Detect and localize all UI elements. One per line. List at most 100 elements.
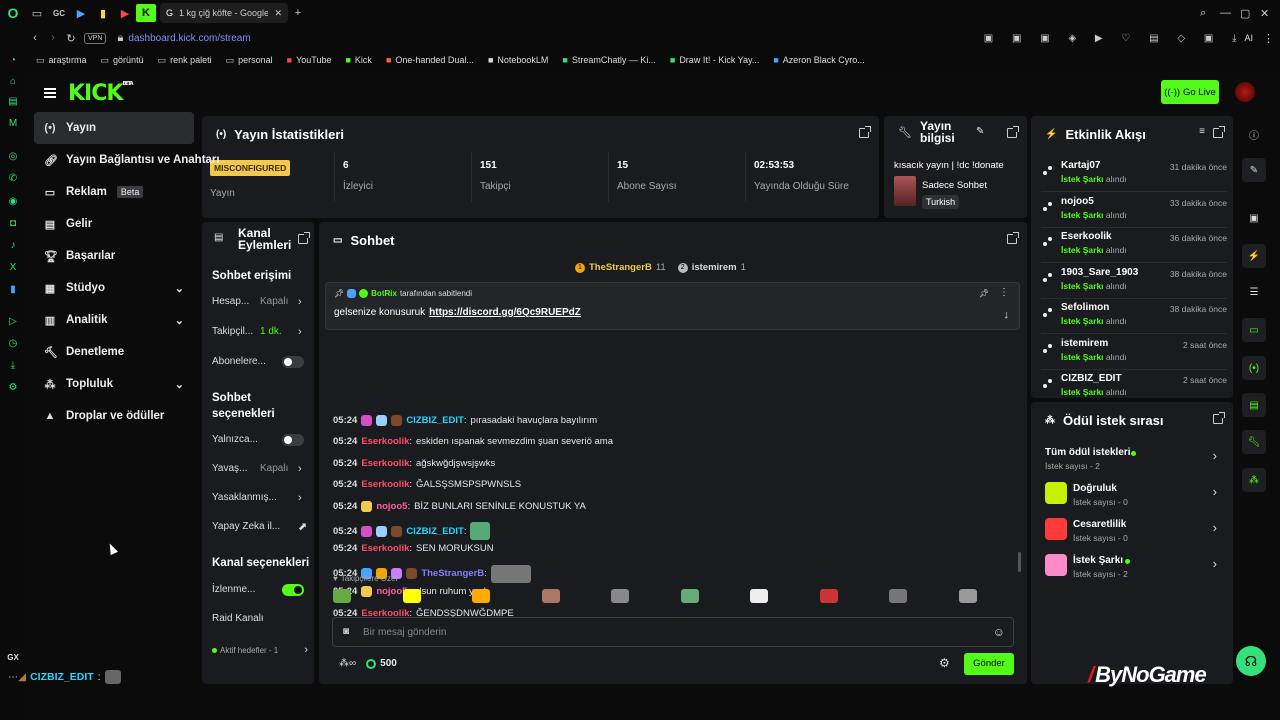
action-row[interactable]: Yasaklanmış... › [212,492,312,504]
emote-button[interactable] [680,589,699,603]
message-user[interactable]: Eserkoolik [361,458,409,469]
tab-icon-1[interactable]: ▭ [26,7,48,20]
sidebar-item-2[interactable]: 🔗︎ Yayın Bağlantısı ve Anahtarı [34,144,220,176]
reward-item[interactable]: Doğruluk İstek sayısı - 0 › [1045,480,1217,510]
popout-icon[interactable] [1007,126,1019,138]
clock-icon[interactable]: ◔ [7,55,19,67]
bag-icon[interactable]: ⌂ [7,76,19,88]
sidebar-item-9[interactable]: ⁂ Topluluk ⌄ [34,368,194,400]
bookmark-item[interactable]: ■ One-handed Dual... [386,55,474,65]
wallet-icon[interactable]: ▤ [7,96,19,108]
popout-icon[interactable] [859,126,871,138]
history-icon[interactable]: ◷ [7,338,19,350]
reload-icon[interactable]: ↻ [62,32,80,45]
bookmark-item[interactable]: ▭ renk paleti [158,55,212,66]
event-item[interactable]: 1903_Sare_1903 İstek Şarkı alındı 38 dakik… [1041,265,1227,299]
action-row[interactable]: Takipçil... 1 dk. › [212,326,312,338]
tab-icon-kick[interactable]: K [136,4,156,22]
more-icon[interactable]: ⋮ [999,287,1009,298]
arrow-down-icon[interactable]: ↓ [1004,309,1010,321]
phone-icon[interactable]: ✆ [7,173,19,185]
message-user[interactable]: nojoo5 [376,501,407,512]
popout-icon[interactable] [298,232,310,244]
bookmark-item[interactable]: ■ Draw It! - Kick Yay... [670,55,759,65]
emote-button[interactable] [958,589,977,603]
url-field[interactable]: dashboard.kick.com/stream [128,33,250,44]
player-icon[interactable]: ▷ [7,316,19,328]
new-tab-button[interactable]: + [288,7,308,19]
popout-icon[interactable] [1213,412,1225,424]
sidebar-item-7[interactable]: ▥ Analitik ⌄ [34,304,194,336]
filter-icon[interactable]: ≡ [1199,126,1205,137]
event-item[interactable]: CIZBIZ_EDIT İstek Şarkı alındı 2 saat önce [1041,371,1227,398]
reward-item[interactable]: İstek Şarkı İstek sayısı - 2 › [1045,552,1217,582]
event-item[interactable]: Kartaj07 İstek Şarkı alındı 31 dakika önce [1041,158,1227,192]
message-user[interactable]: CIZBIZ_EDIT [406,415,464,426]
bolt-tool-icon[interactable]: ⚡ [1242,244,1266,268]
bookmark-item[interactable]: ■ Kick [345,55,371,65]
lock-icon[interactable]: 🔒︎ [112,32,128,45]
sidebar-item-8[interactable]: 🔨︎ Denetleme [34,336,194,368]
broadcast-tool-icon[interactable]: (•) [1242,356,1266,380]
chat-settings-icon[interactable]: ⚙ [939,656,950,670]
bookmark-item[interactable]: ▭ personal [226,55,273,66]
close-window-icon[interactable]: ✕ [1260,7,1280,20]
message-user[interactable]: TheStrangerB [421,568,484,579]
support-icon[interactable]: ☊ [1236,646,1266,676]
actions-tool-icon[interactable]: ▤ [1242,393,1266,417]
m-icon[interactable]: M [7,118,19,130]
tab-active[interactable]: G 1 kg çiğ köfte - Google'da A ✕ [160,3,288,23]
emote-button[interactable] [333,589,351,603]
x-icon[interactable]: X [7,262,19,274]
message-user[interactable]: Eserkoolik [361,436,409,447]
emote-button[interactable] [889,589,907,603]
emoji-icon[interactable]: ☺ [993,625,1005,639]
emote-button[interactable] [402,589,421,603]
scrollbar[interactable] [1018,552,1021,572]
sidebar-item-3[interactable]: ▭ Reklam Beta [34,176,194,208]
action-row[interactable]: Yavaş... Kapalı › [212,463,312,475]
chat-input[interactable]: ◙ Bir mesaj gönderin ☺ [332,617,1014,647]
toggle-switch[interactable] [282,583,304,596]
toggle-switch[interactable] [282,433,304,446]
go-live-button[interactable]: ((·)) Go Live [1161,80,1219,104]
bookmark-item[interactable]: ■ Azeron Black Cyro... [773,55,864,65]
action-row[interactable]: İzlenme... [212,583,312,596]
chat-tool-icon[interactable]: ▭ [1242,318,1266,342]
bookmark-item[interactable]: ■ StreamChatly — Ki... [562,55,655,65]
settings-icon[interactable]: ⚙ [7,382,19,394]
rewards-tool-icon[interactable]: ⁂ [1242,468,1266,492]
opera-logo-icon[interactable]: O [0,5,26,21]
sidebar-item-4[interactable]: ▤ Gelir [34,208,194,240]
bottom-username[interactable]: CIZBIZ_EDIT [30,671,94,683]
search-icon[interactable]: ⌕ [1200,7,1220,20]
event-item[interactable]: istemirem İstek Şarkı alındı 2 saat önce [1041,336,1227,370]
forward-icon[interactable]: › [44,32,62,44]
whatsapp-icon[interactable]: ◎ [7,151,19,163]
emote-button[interactable] [472,589,490,603]
emote-button[interactable] [750,589,768,603]
minimize-icon[interactable]: — [1220,7,1240,19]
tiktok-icon[interactable]: ♪ [7,240,19,252]
action-row[interactable]: Yapay Zeka il... ⬈ [212,521,312,533]
tab-icon-play[interactable]: ▶ [70,7,92,20]
tab-icon-yt[interactable]: ▶ [114,7,136,20]
wrench-tool-icon[interactable]: 🔧︎ [1242,430,1266,454]
info-icon[interactable]: ⓘ [1242,122,1266,146]
download-icon[interactable]: ⤓ [7,360,19,372]
send-button[interactable]: Gönder [964,653,1014,675]
sidebar-item-5[interactable]: 🏆︎ Başarılar [34,240,194,272]
unpin-icon[interactable]: 📌︎ [979,289,989,298]
discord-icon[interactable]: ◉ [7,196,19,208]
event-item[interactable]: Eserkoolik İstek Şarkı alındı 36 dakika ön… [1041,229,1227,263]
hamburger-icon[interactable] [44,88,56,98]
list-icon[interactable]: ☰ [1242,280,1266,304]
extension-icons[interactable]: ▣ ▣ ▣ ◈ ▶ ♡ ▤ ◇ ▣ ⤓ [984,33,1245,44]
tab-icon-chart[interactable]: ▮ [92,7,114,20]
emote-button[interactable] [611,589,629,603]
action-row[interactable]: Hesap... Kapalı › [212,296,312,308]
bookmark-item[interactable]: ▭ araştırma [36,55,87,66]
action-row[interactable]: Abonelere... [212,355,312,368]
all-rewards-row[interactable]: Tüm ödül istekleri İstek sayısı - 2 › [1045,444,1217,474]
reward-item[interactable]: Cesaretlilik İstek sayısı - 0 › [1045,516,1217,546]
